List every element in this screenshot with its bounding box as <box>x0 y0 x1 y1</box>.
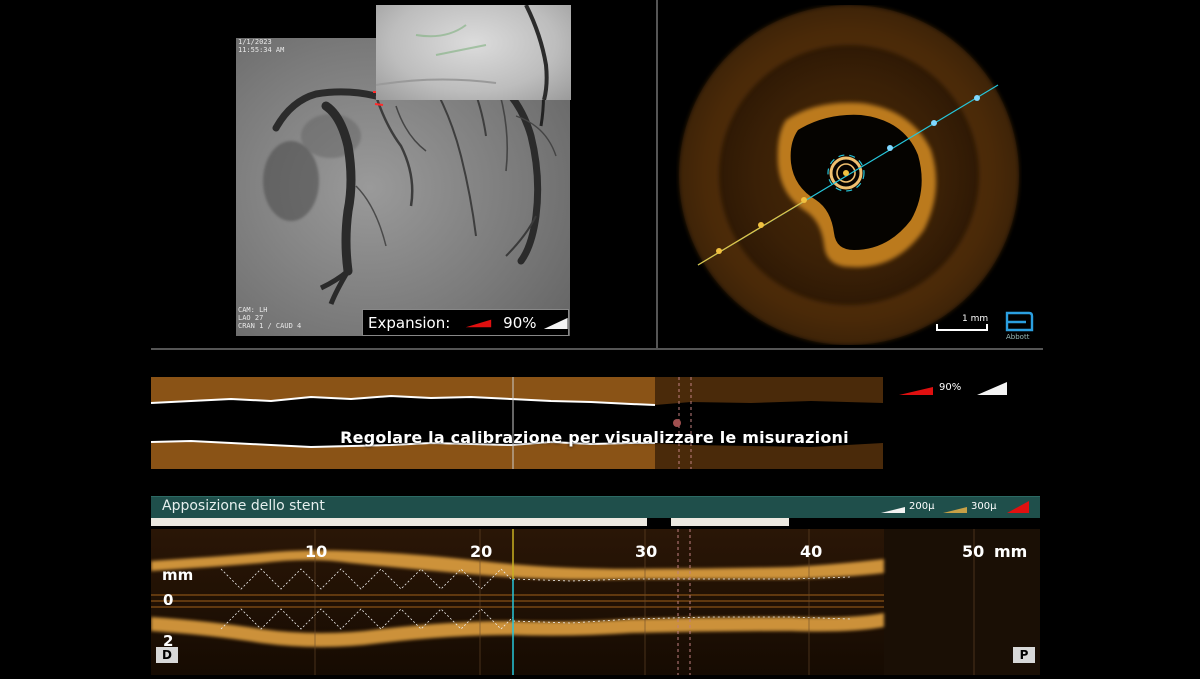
apposition-200-wedge-icon <box>881 507 905 513</box>
expansion-label: Expansion: <box>368 313 451 332</box>
l-mode-tick-label: 30 <box>635 542 658 561</box>
scale-bar <box>936 329 988 331</box>
angio-header-line: 1/1/2023 <box>238 38 272 46</box>
l-mode-tick-label: 50 <box>962 542 985 561</box>
lumen-profile[interactable] <box>150 377 1038 469</box>
l-mode-image <box>151 529 1040 675</box>
angio-header-line: 11:55:34 AM <box>238 46 285 54</box>
apposition-300-label: 300µ <box>971 501 997 512</box>
oct-cross-section[interactable] <box>676 5 1022 345</box>
expansion-red-wedge-icon <box>465 319 492 327</box>
angio-footer-text: CAM: LH LAO 27 CRAN 1 / CAUD 4 <box>238 306 301 330</box>
stent-segment <box>671 518 789 526</box>
proximal-end-button[interactable]: P <box>1013 647 1035 663</box>
angiogram-inset-image <box>375 4 549 101</box>
angio-header-text: 1/1/2023 11:55:34 AM <box>238 38 284 54</box>
panel-divider-horizontal <box>151 348 1043 350</box>
l-mode-view[interactable] <box>151 529 1040 675</box>
angio-footer-line: CRAN 1 / CAUD 4 <box>238 322 302 330</box>
apposition-300-wedge-icon <box>943 507 967 513</box>
apposition-red-wedge-icon <box>1007 501 1029 513</box>
oct-cross-section-image <box>679 5 1019 345</box>
lumen-profile-chart <box>150 377 1038 469</box>
distal-end-button[interactable]: D <box>156 647 178 663</box>
stent-apposition-title: Apposizione dello stent <box>162 498 325 514</box>
scale-bar-tick <box>936 324 938 330</box>
scale-bar-tick <box>986 324 988 330</box>
scale-label: 1 mm <box>962 314 989 324</box>
apposition-200-label: 200µ <box>909 501 935 512</box>
panel-divider-vertical <box>656 0 658 349</box>
angio-footer-line: LAO 27 <box>238 314 264 322</box>
distal-end-label: D <box>162 648 172 662</box>
l-mode-axis-unit: mm <box>994 542 1028 561</box>
l-mode-tick-label: 40 <box>800 542 823 561</box>
l-mode-tick-label: 20 <box>470 542 493 561</box>
lumen-legend-value: 90% <box>939 382 962 393</box>
expansion-legend: Expansion: 90% <box>362 309 569 336</box>
stent-segment-strip <box>151 518 1040 527</box>
l-mode-y-unit: mm <box>162 566 194 584</box>
angiography-inset <box>375 4 571 101</box>
angiography-black-corner <box>236 6 376 38</box>
expansion-white-wedge-icon <box>543 317 568 329</box>
proximal-end-label: P <box>1019 648 1029 662</box>
l-mode-tick-label: 10 <box>305 542 328 561</box>
expansion-value: 90% <box>503 313 537 332</box>
abbott-brand-text: Abbott <box>1006 333 1030 341</box>
calibration-message: Regolare la calibrazione per visualizzar… <box>340 428 849 447</box>
stent-segment <box>151 518 647 526</box>
l-mode-y-label: 0 <box>163 591 174 609</box>
angio-footer-line: CAM: LH <box>238 306 268 314</box>
